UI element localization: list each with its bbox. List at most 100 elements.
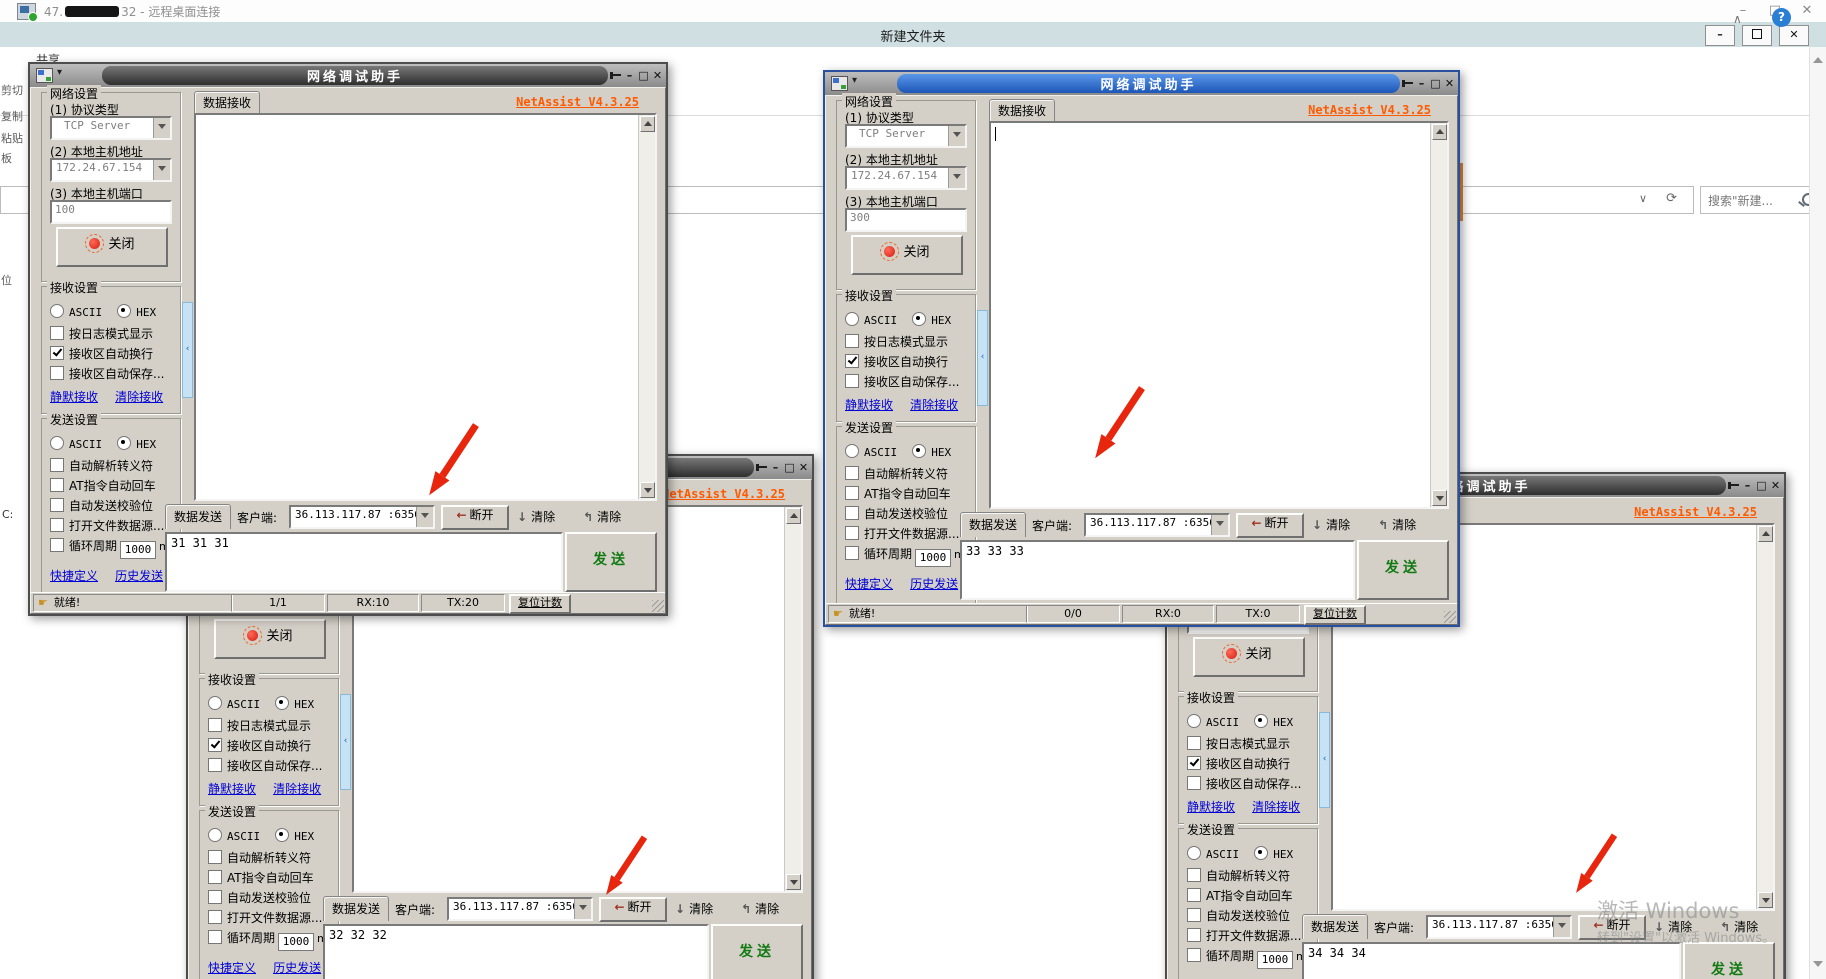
netassist-titlebar[interactable]: ▾ 网络调试助手 – □ ✕ [825, 72, 1458, 95]
clear-receive-link[interactable]: 清除接收 [910, 398, 958, 412]
receive-scrollbar[interactable] [638, 115, 655, 499]
at-cr-checkbox[interactable] [208, 870, 222, 884]
menu-arrow-icon[interactable]: ▾ [57, 67, 62, 78]
send-ascii-radio[interactable] [845, 444, 859, 458]
address-select[interactable]: 172.24.67.154 [845, 166, 967, 190]
clear-send-button[interactable]: ↓清除 [1312, 516, 1350, 533]
close-server-button[interactable]: 关闭 [1193, 637, 1305, 677]
protocol-select[interactable]: TCP Server [845, 124, 967, 148]
tab-data-receive[interactable]: 数据接收 [194, 91, 260, 114]
scroll-up-icon[interactable] [1813, 57, 1823, 63]
netassist-version-link[interactable]: NetAssist V4.3.25 [1308, 103, 1431, 117]
send-button[interactable]: 发送 [711, 924, 803, 979]
resize-grip[interactable] [652, 600, 664, 612]
dropdown-icon[interactable] [153, 160, 170, 180]
tab-data-send[interactable]: 数据发送 [960, 512, 1026, 537]
auto-wrap-checkbox[interactable] [845, 354, 859, 368]
cycle-checkbox[interactable] [50, 538, 64, 552]
clear-receive-link[interactable]: 清除接收 [273, 782, 321, 796]
at-cr-checkbox[interactable] [50, 478, 64, 492]
history-send-link[interactable]: 历史发送 [273, 961, 321, 975]
send-button[interactable]: 发送 [565, 532, 657, 592]
send-hex-radio[interactable] [275, 828, 289, 842]
recv-ascii-radio[interactable] [1187, 714, 1201, 728]
scroll-up-icon[interactable] [1432, 124, 1447, 140]
menu-arrow-icon[interactable]: ▾ [852, 75, 857, 86]
refresh-icon[interactable]: ⟳ [1666, 191, 1677, 206]
pin-icon[interactable] [756, 463, 768, 472]
client-select[interactable]: 36.113.117.87 :63564 [1084, 513, 1230, 537]
silent-receive-link[interactable]: 静默接收 [1187, 800, 1235, 814]
tab-data-send[interactable]: 数据发送 [323, 896, 389, 921]
netassist-version-link[interactable]: NetAssist V4.3.25 [662, 487, 785, 501]
explorer-close-button[interactable]: ✕ [1779, 25, 1809, 46]
send-hex-radio[interactable] [1254, 846, 1268, 860]
app-icon[interactable] [36, 68, 53, 83]
netassist-version-link[interactable]: NetAssist V4.3.25 [1634, 505, 1757, 519]
recv-ascii-radio[interactable] [845, 312, 859, 326]
client-select[interactable]: 36.113.117.87 :63562 [447, 897, 593, 921]
send-input-area[interactable]: 31 31 31 [165, 532, 563, 592]
explorer-minimize-button[interactable]: – [1705, 25, 1735, 46]
address-dropdown-icon[interactable]: ∨ [1639, 192, 1647, 205]
tab-data-send[interactable]: 数据发送 [165, 504, 231, 529]
address-select[interactable]: 172.24.67.154 [50, 158, 172, 182]
auto-wrap-checkbox[interactable] [1187, 756, 1201, 770]
log-mode-checkbox[interactable] [845, 334, 859, 348]
log-mode-checkbox[interactable] [50, 326, 64, 340]
scroll-down-icon[interactable] [786, 874, 801, 890]
recv-ascii-radio[interactable] [50, 304, 64, 318]
explorer-restore-button[interactable] [1742, 25, 1772, 46]
cycle-checkbox[interactable] [208, 930, 222, 944]
scroll-down-icon[interactable] [1432, 490, 1447, 506]
history-send-link[interactable]: 历史发送 [115, 569, 163, 583]
receive-area[interactable] [989, 121, 1449, 509]
close-server-button[interactable]: 关闭 [214, 619, 326, 659]
send-input-area[interactable]: 33 33 33 [960, 540, 1355, 600]
dropdown-icon[interactable] [948, 126, 965, 146]
quick-define-link[interactable]: 快捷定义 [845, 577, 893, 591]
send-hex-radio[interactable] [117, 436, 131, 450]
quick-define-link[interactable]: 快捷定义 [208, 961, 256, 975]
maximize-button[interactable]: □ [783, 460, 796, 475]
auto-wrap-checkbox[interactable] [208, 738, 222, 752]
app-icon[interactable] [831, 76, 848, 91]
tab-data-send[interactable]: 数据发送 [1302, 914, 1368, 939]
log-mode-checkbox[interactable] [208, 718, 222, 732]
silent-receive-link[interactable]: 静默接收 [50, 390, 98, 404]
clear-receive-button[interactable]: ↰清除 [741, 900, 779, 917]
clear-send-button[interactable]: ↓清除 [517, 508, 555, 525]
log-mode-checkbox[interactable] [1187, 736, 1201, 750]
receive-scrollbar[interactable] [784, 507, 801, 891]
panel-collapse-handle[interactable]: ‹ [1319, 712, 1330, 808]
panel-collapse-handle[interactable]: ‹ [340, 694, 351, 790]
auto-escape-checkbox[interactable] [845, 466, 859, 480]
send-ascii-radio[interactable] [50, 436, 64, 450]
port-input[interactable]: 300 [845, 208, 967, 232]
nav-fragment-drive[interactable]: C: [2, 508, 13, 521]
client-select[interactable]: 36.113.117.87 :63563 [1426, 915, 1572, 939]
recv-hex-radio[interactable] [117, 304, 131, 318]
scroll-up-icon[interactable] [640, 116, 655, 132]
silent-receive-link[interactable]: 静默接收 [208, 782, 256, 796]
maximize-button[interactable]: □ [1429, 76, 1442, 91]
scroll-up-icon[interactable] [786, 508, 801, 524]
scroll-down-icon[interactable] [1813, 961, 1823, 967]
silent-receive-link[interactable]: 静默接收 [845, 398, 893, 412]
send-button[interactable]: 发送 [1683, 942, 1775, 979]
pin-icon[interactable] [1728, 481, 1740, 490]
panel-collapse-handle[interactable]: ‹ [977, 310, 988, 406]
clear-receive-button[interactable]: ↰清除 [583, 508, 621, 525]
close-server-button[interactable]: 关闭 [56, 227, 168, 267]
port-input[interactable]: 100 [50, 200, 172, 224]
at-cr-checkbox[interactable] [1187, 888, 1201, 902]
netassist-titlebar[interactable]: ▾ 网络调试助手 – □ ✕ [30, 64, 666, 87]
reset-count-button[interactable]: 复位计数 [509, 594, 571, 614]
search-box[interactable]: 搜索"新建... [1700, 186, 1824, 214]
pin-icon[interactable] [1402, 79, 1414, 88]
close-button[interactable]: ✕ [797, 460, 810, 475]
cycle-input[interactable]: 1000 [1257, 951, 1293, 969]
minimize-button[interactable]: – [1741, 478, 1754, 493]
close-button[interactable]: ✕ [1769, 478, 1782, 493]
scroll-up-icon[interactable] [1758, 526, 1773, 542]
